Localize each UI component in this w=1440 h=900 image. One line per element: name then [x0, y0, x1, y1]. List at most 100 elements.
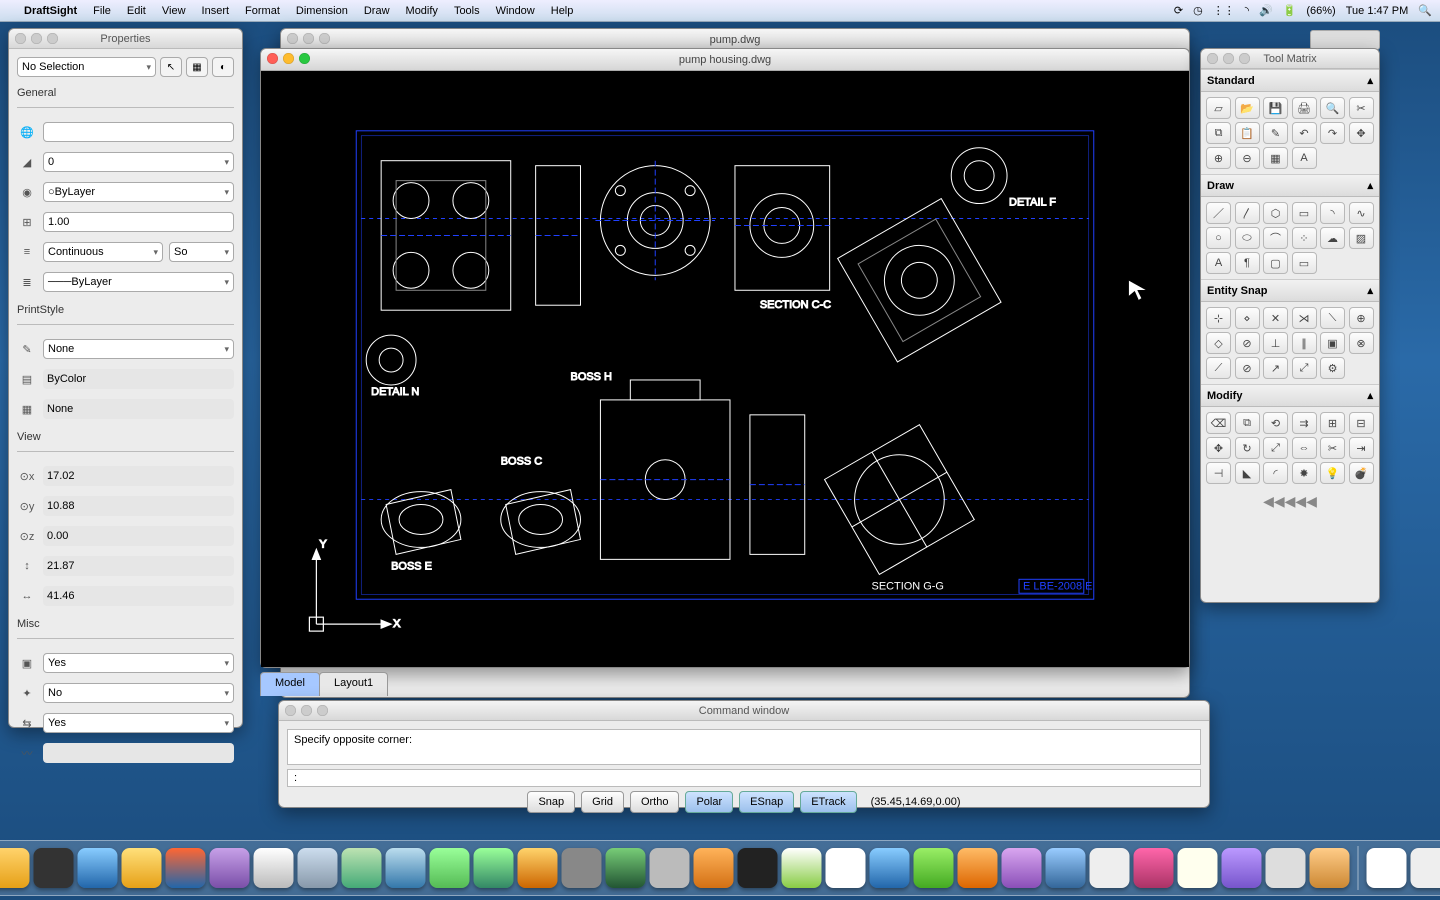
tm-section-modify[interactable]: Modify▴ — [1201, 384, 1379, 407]
ortho-toggle[interactable]: Ortho — [630, 791, 680, 813]
polygon-icon[interactable]: ⬡ — [1263, 202, 1288, 224]
dock-downloads-icon[interactable] — [1367, 848, 1407, 888]
snap-set-icon[interactable]: ⚙ — [1320, 357, 1345, 379]
zoomin-icon[interactable]: ⊕ — [1206, 147, 1231, 169]
trim-icon[interactable]: ✂ — [1320, 437, 1345, 459]
offset-icon[interactable]: ⇉ — [1292, 412, 1317, 434]
spline-icon[interactable]: ∿ — [1349, 202, 1374, 224]
spotlight-icon[interactable]: 🔍 — [1418, 4, 1432, 17]
tm-section-esnap[interactable]: Entity Snap▴ — [1201, 279, 1379, 302]
toggle-icon[interactable]: ◐ — [212, 57, 234, 77]
linetype-field[interactable]: Continuous — [43, 242, 163, 262]
redo-icon[interactable]: ↷ — [1320, 122, 1345, 144]
dock-appstore-icon[interactable] — [386, 848, 426, 888]
dock-documents-icon[interactable] — [1411, 848, 1440, 888]
lineweight-field[interactable]: ─── ByLayer — [43, 272, 234, 292]
dock-ichat-icon[interactable] — [78, 848, 118, 888]
snap-ext-icon[interactable]: ⟍ — [1320, 307, 1345, 329]
menubar-clock[interactable]: Tue 1:47 PM — [1346, 5, 1409, 17]
snap-from-icon[interactable]: ↗ — [1263, 357, 1288, 379]
zoomout-icon[interactable]: ⊖ — [1235, 147, 1260, 169]
point-icon[interactable]: ⁘ — [1292, 227, 1317, 249]
erase-icon[interactable]: ⌫ — [1206, 412, 1231, 434]
tool-pager[interactable]: ◀◀◀◀◀ — [1201, 489, 1379, 514]
bluetooth-icon[interactable]: ⋮⋮ — [1213, 4, 1235, 17]
dock-app4-icon[interactable] — [1222, 848, 1262, 888]
revision-icon[interactable]: ☁ — [1320, 227, 1345, 249]
snap-mid-icon[interactable]: ⋄ — [1235, 307, 1260, 329]
dock-folder1-icon[interactable] — [694, 848, 734, 888]
misc-a[interactable]: Yes — [43, 653, 234, 673]
ellipse-arc-icon[interactable]: ⌒ — [1263, 227, 1288, 249]
misc-c[interactable]: Yes — [43, 713, 234, 733]
dock-pixelmator-icon[interactable] — [1134, 848, 1174, 888]
snap-center-icon[interactable]: ⊕ — [1349, 307, 1374, 329]
dock-chrome-icon[interactable] — [254, 848, 294, 888]
snap-toggle[interactable]: Snap — [527, 791, 575, 813]
circle-icon[interactable]: ○ — [1206, 227, 1231, 249]
snap-par-icon[interactable]: ∥ — [1292, 332, 1317, 354]
esnap-toggle[interactable]: ESnap — [739, 791, 794, 813]
note-icon[interactable]: ▭ — [1292, 252, 1317, 274]
dock-notes-icon[interactable] — [1178, 848, 1218, 888]
props-icon[interactable]: A — [1292, 147, 1317, 169]
array-icon[interactable]: ⊞ — [1320, 412, 1345, 434]
tab-layout1[interactable]: Layout1 — [319, 672, 388, 696]
cut-icon[interactable]: ✂ — [1349, 97, 1374, 119]
menu-insert[interactable]: Insert — [202, 5, 230, 17]
app-name[interactable]: DraftSight — [24, 5, 77, 17]
sync-icon[interactable]: ⟳ — [1174, 4, 1183, 17]
dock-timemachine-icon[interactable] — [606, 848, 646, 888]
snap-ins-icon[interactable]: ▣ — [1320, 332, 1345, 354]
hatch-icon[interactable]: ▨ — [1349, 227, 1374, 249]
printstyle-field[interactable]: None — [43, 339, 234, 359]
dock-adium-icon[interactable] — [474, 848, 514, 888]
dock-dashboard-icon[interactable] — [34, 848, 74, 888]
mtext-icon[interactable]: ¶ — [1235, 252, 1260, 274]
arc-icon[interactable]: ◝ — [1320, 202, 1345, 224]
pick-icon[interactable]: ↖ — [160, 57, 182, 77]
extend-icon[interactable]: ⇥ — [1349, 437, 1374, 459]
snap-appint-icon[interactable]: ⋊ — [1292, 307, 1317, 329]
preview-icon[interactable]: 🔍 — [1320, 97, 1345, 119]
wifi-icon[interactable]: ◝ — [1245, 4, 1249, 17]
menu-modify[interactable]: Modify — [406, 5, 438, 17]
chamfer-icon[interactable]: ◣ — [1235, 462, 1260, 484]
dock-itunes-icon[interactable] — [342, 848, 382, 888]
scale-icon2[interactable]: ⤢ — [1263, 437, 1288, 459]
tm-section-draw[interactable]: Draw▴ — [1201, 174, 1379, 197]
dock-onenote-icon[interactable] — [1002, 848, 1042, 888]
linetype2-field[interactable]: So — [169, 242, 234, 262]
dock-word-icon[interactable] — [870, 848, 910, 888]
match-icon[interactable]: ✎ — [1263, 122, 1288, 144]
dock-safari-icon[interactable] — [298, 848, 338, 888]
menu-draw[interactable]: Draw — [364, 5, 390, 17]
dock-messenger-icon[interactable] — [430, 848, 470, 888]
snap-int-icon[interactable]: ✕ — [1263, 307, 1288, 329]
dock-excel-icon[interactable] — [914, 848, 954, 888]
menu-edit[interactable]: Edit — [127, 5, 146, 17]
quick-select-icon[interactable]: ▦ — [186, 57, 208, 77]
text-icon[interactable]: A — [1206, 252, 1231, 274]
battery-icon[interactable]: 🔋 — [1283, 4, 1297, 17]
undo-icon[interactable]: ↶ — [1292, 122, 1317, 144]
dock-vmware-icon[interactable] — [1090, 848, 1130, 888]
snap-near-icon[interactable]: ⟋ — [1206, 357, 1231, 379]
dock-cisco-icon[interactable] — [826, 848, 866, 888]
dock-automator-icon[interactable] — [650, 848, 690, 888]
menu-help[interactable]: Help — [551, 5, 574, 17]
menu-view[interactable]: View — [162, 5, 186, 17]
open-icon[interactable]: 📂 — [1235, 97, 1260, 119]
etrack-toggle[interactable]: ETrack — [800, 791, 856, 813]
clock-icon[interactable]: ◷ — [1193, 4, 1203, 17]
menu-dimension[interactable]: Dimension — [296, 5, 348, 17]
drawing-canvas[interactable]: SECTION C-C DETAIL F DETAIL N — [261, 71, 1189, 667]
line-icon[interactable]: ／ — [1206, 202, 1231, 224]
layer-field[interactable]: 0 — [43, 152, 234, 172]
lamp-icon[interactable]: 💡 — [1320, 462, 1345, 484]
snap-node-icon[interactable]: ⊗ — [1349, 332, 1374, 354]
pattern-icon[interactable]: ⊟ — [1349, 412, 1374, 434]
menu-file[interactable]: File — [93, 5, 111, 17]
snap-quad-icon[interactable]: ◇ — [1206, 332, 1231, 354]
dock-entourage-icon[interactable] — [122, 848, 162, 888]
